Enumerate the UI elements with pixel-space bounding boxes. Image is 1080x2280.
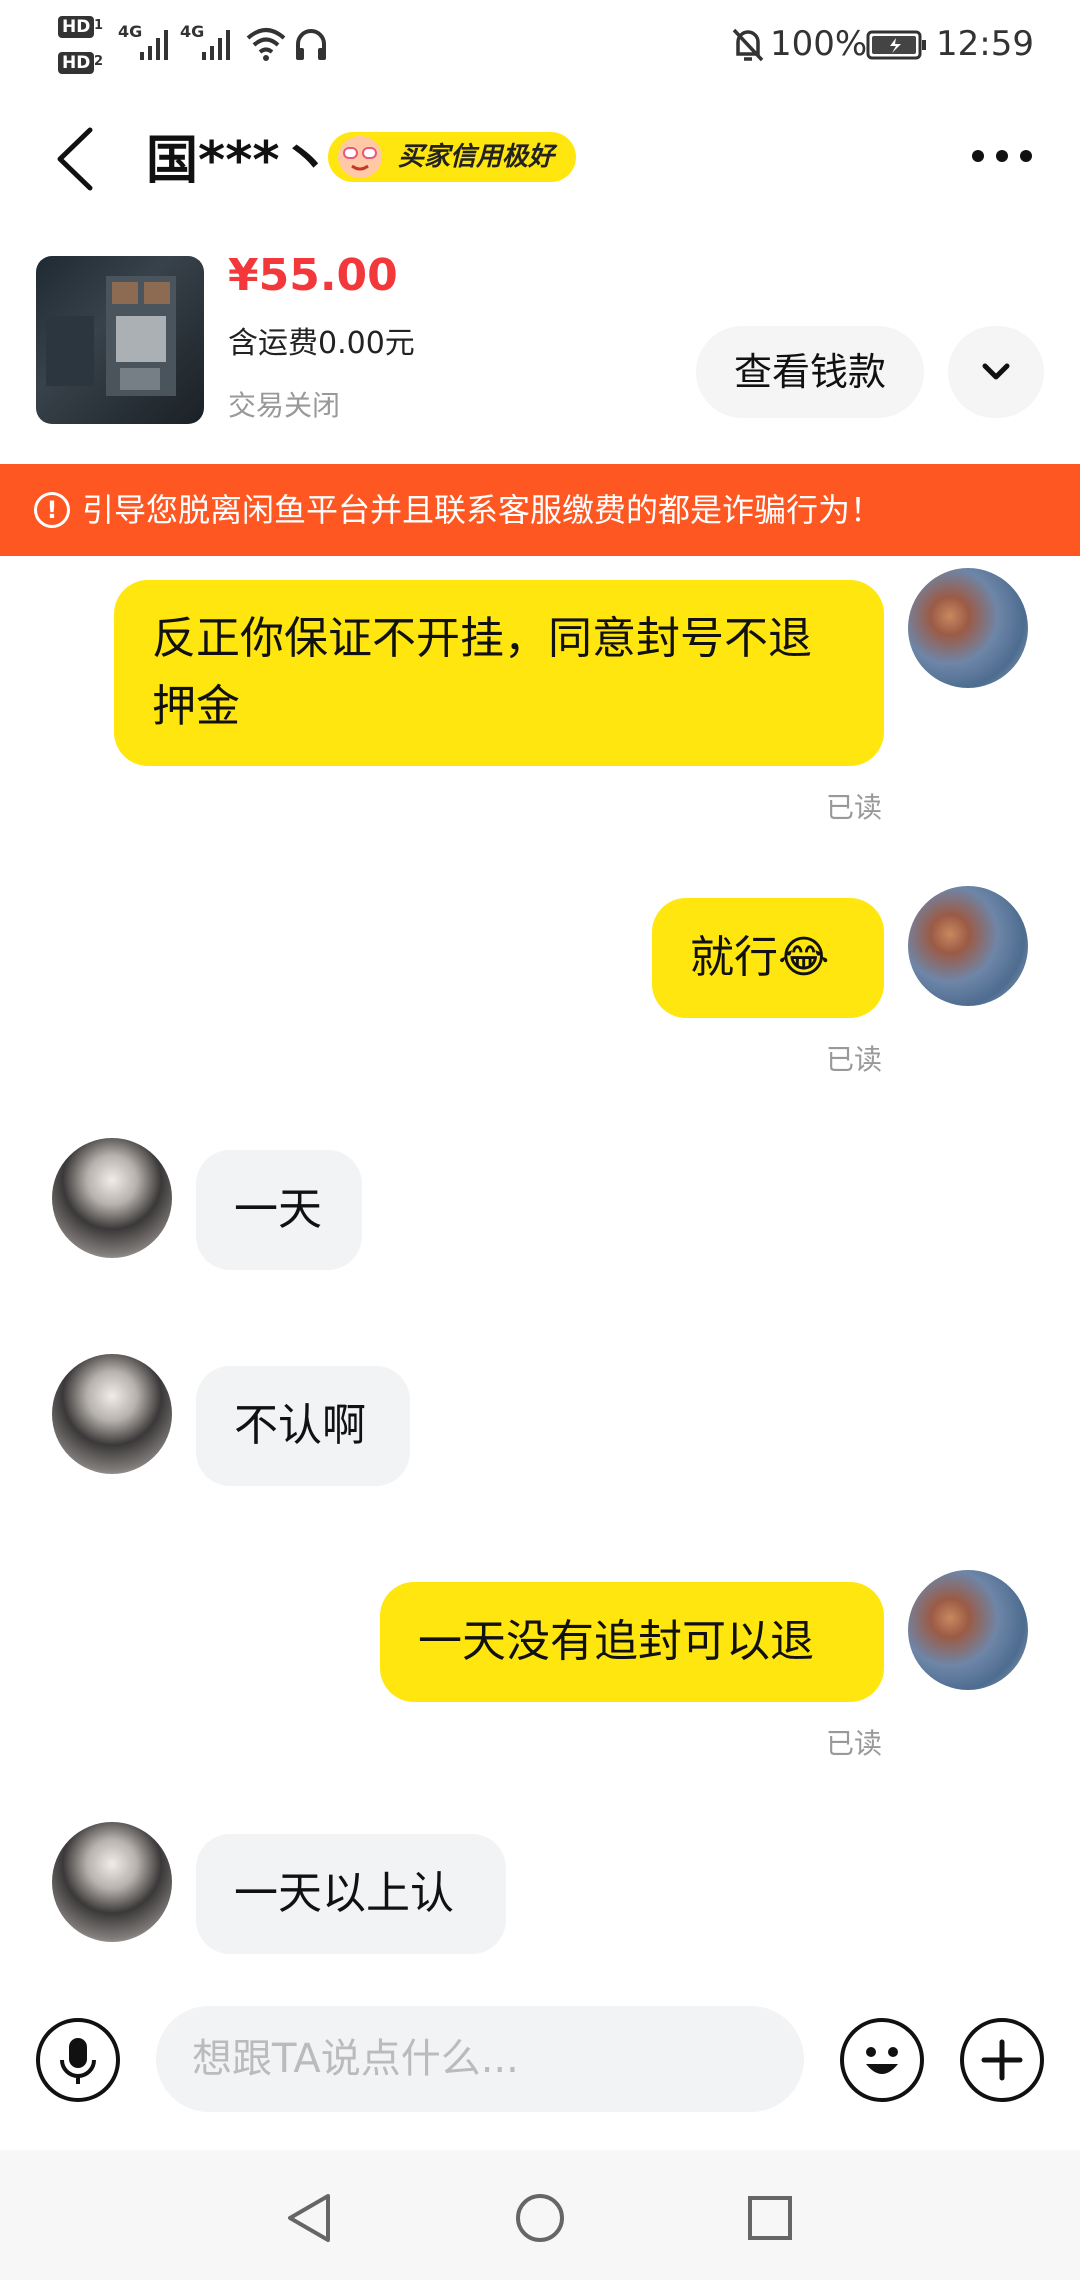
back-button[interactable] [52,124,96,194]
signal-icon-1 [140,30,168,60]
message-bubble-them[interactable]: 不认啊 [196,1366,410,1486]
add-button[interactable] [960,2018,1044,2102]
voice-button[interactable] [36,2018,120,2102]
chevron-down-icon [982,363,1010,380]
view-payment-button[interactable]: 查看钱款 [696,326,924,418]
my-avatar[interactable] [908,886,1028,1006]
wifi-icon [246,28,286,61]
contact-avatar[interactable] [52,1138,172,1258]
sim-1-label: 1 [94,18,104,33]
my-avatar[interactable] [908,1570,1028,1690]
contact-avatar[interactable] [52,1822,172,1942]
read-receipt: 已读 [826,791,883,824]
my-avatar[interactable] [908,568,1028,688]
hd-indicator-1: HD [58,16,95,38]
smiley-icon [866,2047,898,2074]
fraud-warning-banner: ! 引导您脱离闲鱼平台并且联系客服缴费的都是诈骗行为！ [0,464,1080,556]
nav-recents-icon[interactable] [746,2194,794,2242]
message-bubble-them[interactable]: 一天以上认 [196,1834,506,1954]
credit-badge: 买家信用极好 [328,132,577,182]
microphone-icon [60,2038,96,2084]
message-bubble-me[interactable]: 一天没有追封可以退 [380,1582,884,1702]
read-receipt: 已读 [826,1043,883,1076]
alert-icon: ! [34,492,70,528]
more-options-button[interactable] [970,146,1034,166]
clock: 12:59 [936,24,1034,64]
contact-name[interactable]: 国***丶 [146,126,332,196]
nav-home-icon[interactable] [514,2192,566,2244]
nav-back-icon[interactable] [284,2192,334,2244]
plus-icon [981,2039,1023,2081]
system-nav-bar [0,2150,1080,2280]
message-bubble-me[interactable]: 反正你保证不开挂，同意封号不退押金 [114,580,884,766]
read-receipt: 已读 [826,1727,883,1760]
shipping-fee: 含运费0.00元 [228,326,415,361]
emoji-button[interactable] [840,2018,924,2102]
message-bubble-them[interactable]: 一天 [196,1150,362,1270]
message-input[interactable]: 想跟TA说点什么... [156,2006,804,2112]
hd-indicator-2: HD [58,52,95,74]
status-bar: HD 1 HD 2 4G 4G 100% 12:59 [0,0,1080,92]
product-thumbnail[interactable] [36,256,204,424]
message-text: 就行 [690,932,778,983]
mute-bell-icon [732,28,764,62]
credit-badge-label: 买家信用极好 [398,142,555,172]
expand-button[interactable] [948,326,1044,418]
fraud-warning-text: 引导您脱离闲鱼平台并且联系客服缴费的都是诈骗行为！ [82,491,883,529]
message-bubble-me[interactable]: 就行😂 [652,898,884,1018]
signal-icon-2 [202,30,230,60]
product-price: ¥55.00 [228,250,398,301]
headset-icon [296,29,326,60]
battery-percent: 100% [770,24,868,64]
laugh-cry-emoji-icon: 😂 [778,932,830,983]
trade-status: 交易关闭 [228,389,341,422]
sim-2-label: 2 [94,54,104,69]
contact-avatar[interactable] [52,1354,172,1474]
smile-face-icon [338,136,382,178]
battery-icon [866,30,926,60]
